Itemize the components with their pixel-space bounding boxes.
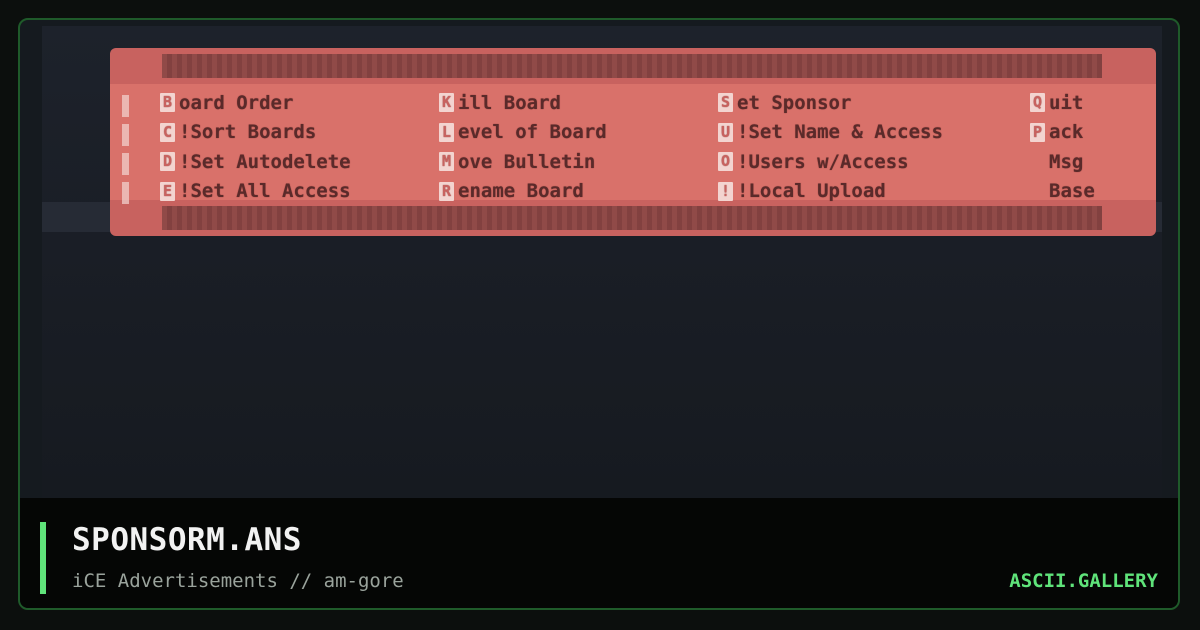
caption-bar: SPONSORM.ANS iCE Advertisements // am-go…: [20, 498, 1178, 608]
menu-column-1: Board Order C !Sort Boards D !Set Autodele…: [160, 88, 351, 206]
menu-item: Board Order: [160, 88, 351, 118]
menu-item: Level of Board: [439, 118, 607, 148]
menu-hotkey: !: [718, 181, 733, 201]
menu-item-label: ename Board: [458, 180, 584, 203]
artwork-title: SPONSORM.ANS: [72, 522, 302, 558]
menu-border-bottom: [162, 206, 1102, 230]
menu-item: Msg: [1030, 147, 1095, 177]
accent-bar: [40, 522, 46, 594]
menu-item-label: ill Board: [458, 91, 561, 114]
menu-item-label: !Set Autodelete: [179, 150, 351, 173]
menu-left-marker: [118, 88, 136, 204]
menu-item-label: evel of Board: [458, 121, 607, 144]
menu-border-top: [162, 54, 1102, 78]
menu-item: Move Bulletin: [439, 147, 607, 177]
menu-item: Base: [1030, 177, 1095, 207]
menu-item-label: et Sponsor: [737, 91, 852, 114]
menu-hotkey: [1030, 182, 1045, 201]
menu-hotkey: C: [160, 122, 175, 142]
menu-column-2: Kill Board Level of Board Move Bulletin …: [439, 88, 607, 206]
menu-hotkey: P: [1030, 122, 1045, 142]
menu-item-label: !Users w/Access: [737, 150, 909, 173]
menu-item-label: !Set All Access: [179, 180, 351, 203]
site-brand-link[interactable]: ASCII.GALLERY: [1009, 570, 1158, 592]
menu-hotkey: B: [160, 93, 175, 113]
menu-item-label: ack: [1049, 121, 1084, 144]
menu-item-label: !Set Name & Access: [737, 121, 943, 144]
menu-hotkey: M: [439, 152, 454, 172]
menu-item: Quit: [1030, 88, 1095, 118]
menu-hotkey: [1030, 152, 1045, 171]
menu-hotkey: L: [439, 122, 454, 142]
menu-column-3: Set Sponsor U !Set Name & Access O !Users …: [718, 88, 943, 206]
menu-item: Set Sponsor: [718, 88, 943, 118]
menu-item-label: !Sort Boards: [179, 121, 317, 144]
menu-item-label: Base: [1049, 180, 1095, 203]
menu-item-label: !Local Upload: [737, 180, 886, 203]
menu-item: Pack: [1030, 118, 1095, 148]
menu-hotkey: K: [439, 93, 454, 113]
menu-hotkey: Q: [1030, 93, 1045, 113]
artwork-subtitle: iCE Advertisements // am-gore: [72, 570, 404, 592]
menu-item: Kill Board: [439, 88, 607, 118]
gallery-card: Board Order C !Sort Boards D !Set Autodele…: [18, 18, 1180, 610]
menu-item: E !Set All Access: [160, 177, 351, 207]
menu-item-label: ove Bulletin: [458, 150, 596, 173]
menu-item: O !Users w/Access: [718, 147, 943, 177]
menu-hotkey: O: [718, 152, 733, 172]
ansi-artwork: Board Order C !Sort Boards D !Set Autodele…: [42, 26, 1162, 500]
menu-hotkey: U: [718, 122, 733, 142]
menu-hotkey: E: [160, 181, 175, 201]
menu-item: U !Set Name & Access: [718, 118, 943, 148]
menu-item-label: oard Order: [179, 91, 294, 114]
menu-hotkey: R: [439, 181, 454, 201]
menu-hotkey: S: [718, 93, 733, 113]
menu-item-label: Msg: [1049, 150, 1084, 173]
menu-column-4: Quit Pack Msg Base: [1030, 88, 1095, 206]
menu-item: ! !Local Upload: [718, 177, 943, 207]
menu-item-label: uit: [1049, 91, 1084, 114]
menu-item: D !Set Autodelete: [160, 147, 351, 177]
menu-item: Rename Board: [439, 177, 607, 207]
menu-item: C !Sort Boards: [160, 118, 351, 148]
sponsor-menu-panel: Board Order C !Sort Boards D !Set Autodele…: [110, 48, 1156, 236]
menu-hotkey: D: [160, 152, 175, 172]
